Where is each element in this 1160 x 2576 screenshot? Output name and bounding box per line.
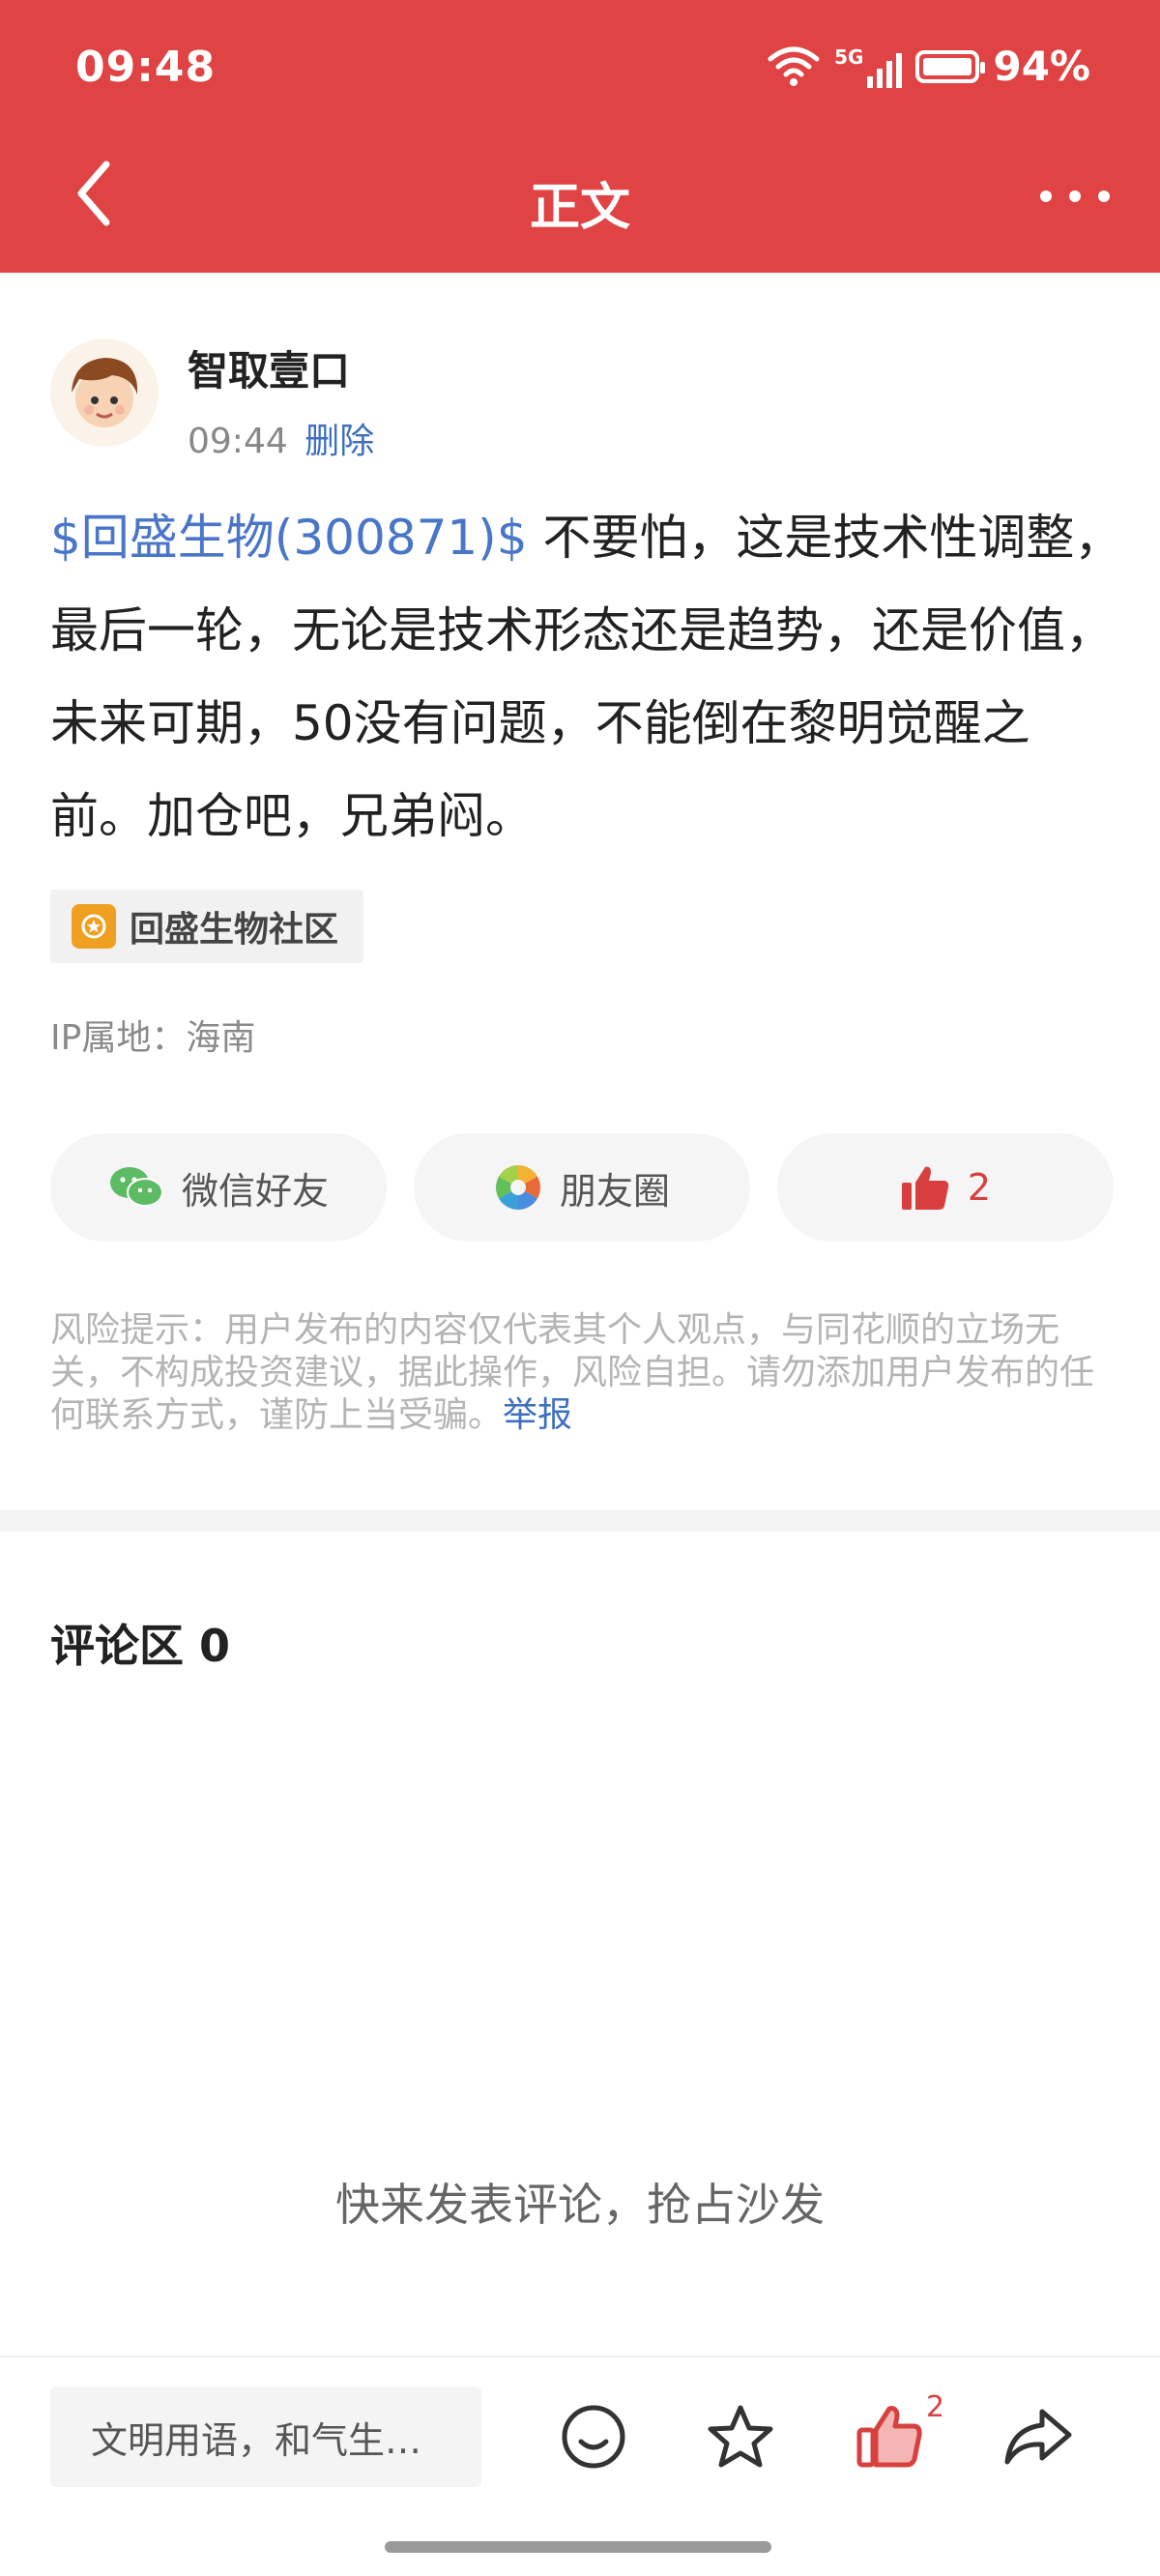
post-time: 09:44 bbox=[188, 422, 288, 461]
status-time: 09:48 bbox=[75, 43, 217, 92]
moments-icon bbox=[495, 1165, 540, 1210]
more-button[interactable] bbox=[1040, 172, 1110, 220]
bottom-bar: 文明用语，和气生… 2 bbox=[0, 2356, 1160, 2576]
avatar-image bbox=[50, 338, 159, 447]
share-wechat-button[interactable]: 微信好友 bbox=[50, 1133, 387, 1242]
more-icon bbox=[1040, 190, 1052, 202]
stock-tag-link[interactable]: $回盛生物(300871)$ bbox=[50, 510, 528, 566]
thumb-up-icon bbox=[901, 1166, 949, 1210]
community-label: 回盛生物社区 bbox=[130, 910, 339, 950]
emoji-icon bbox=[562, 2405, 625, 2469]
share-button[interactable] bbox=[998, 2396, 1079, 2477]
share-row: 微信好友 朋友圈 2 bbox=[50, 1133, 1114, 1242]
avatar[interactable] bbox=[50, 338, 159, 447]
signal-icon: 5G bbox=[834, 44, 903, 88]
thumb-up-icon bbox=[856, 2406, 922, 2468]
author-header: 智取壹口 09:44 删除 bbox=[50, 338, 374, 463]
share-wechat-label: 微信好友 bbox=[181, 1169, 329, 1213]
like-count: 2 bbox=[967, 1166, 992, 1209]
battery-level: 94% bbox=[993, 43, 1090, 90]
delete-link[interactable]: 删除 bbox=[304, 422, 374, 461]
wifi-icon bbox=[768, 46, 820, 86]
community-tag[interactable]: 回盛生物社区 bbox=[50, 890, 364, 963]
star-icon bbox=[708, 2405, 773, 2468]
emoji-button[interactable] bbox=[553, 2396, 634, 2477]
comments-title: 评论区 0 bbox=[50, 1620, 231, 1672]
comments-empty-text: 快来发表评论，抢占沙发 bbox=[335, 2179, 825, 2231]
share-moments-button[interactable]: 朋友圈 bbox=[414, 1133, 750, 1242]
wechat-icon bbox=[109, 1167, 163, 1207]
page-title: 正文 bbox=[529, 179, 630, 237]
status-icons: 5G 94% bbox=[767, 43, 1090, 90]
share-icon bbox=[1004, 2409, 1072, 2465]
header: 09:48 5G 94% 正文 bbox=[0, 0, 1160, 273]
risk-notice: 风险提示：用户发布的内容仅代表其个人观点，与同花顺的立场无关，不构成投资建议，据… bbox=[50, 1309, 1123, 1437]
community-icon bbox=[72, 904, 116, 949]
author-name[interactable]: 智取壹口 bbox=[188, 338, 374, 397]
home-indicator[interactable] bbox=[385, 2541, 771, 2553]
ip-location: IP属地：海南 bbox=[50, 1018, 256, 1058]
favorite-button[interactable] bbox=[700, 2396, 781, 2477]
share-moments-label: 朋友圈 bbox=[559, 1169, 670, 1213]
section-divider bbox=[0, 1510, 1160, 1532]
like-button[interactable]: 2 bbox=[777, 1133, 1114, 1242]
bottom-like-button[interactable] bbox=[849, 2396, 930, 2477]
post-content: $回盛生物(300871)$ 不要怕，这是技术性调整，最后一轮，无论是技术形态还… bbox=[50, 491, 1123, 863]
network-label: 5G bbox=[834, 44, 864, 69]
comment-input[interactable]: 文明用语，和气生… bbox=[50, 2386, 481, 2487]
report-link[interactable]: 举报 bbox=[503, 1395, 572, 1435]
battery-icon bbox=[915, 49, 986, 83]
bottom-like-count: 2 bbox=[926, 2390, 945, 2424]
